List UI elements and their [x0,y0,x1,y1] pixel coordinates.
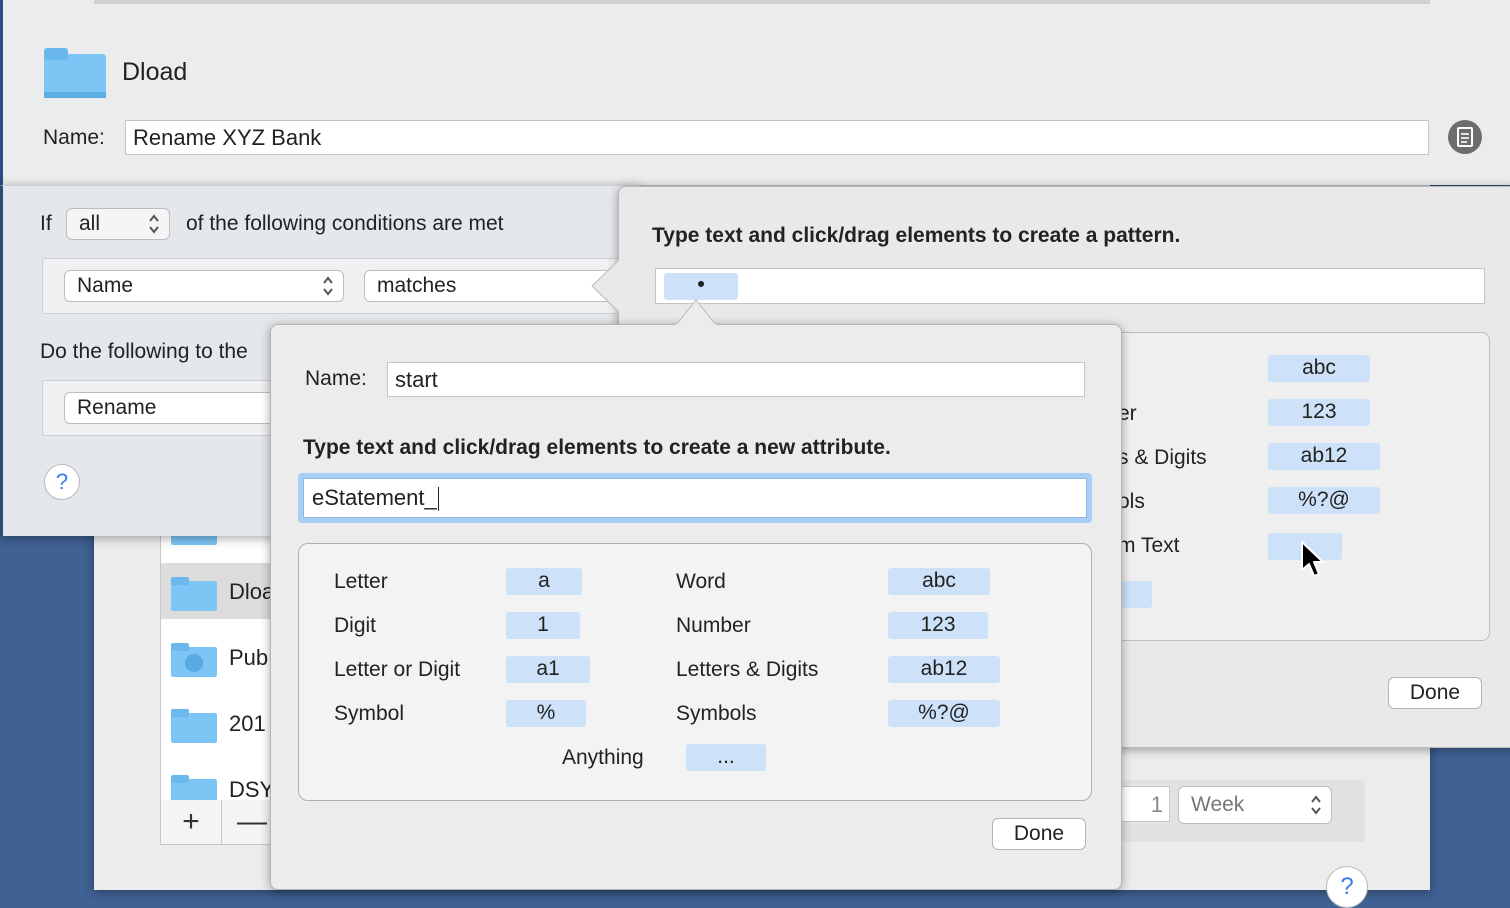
condition-attribute-popup[interactable]: Name [64,270,344,302]
if-label: If [40,212,52,235]
help-icon: ? [55,469,69,494]
help-button[interactable]: ? [1326,866,1368,908]
sidebar-item-public[interactable]: Pub [161,629,281,685]
public-folder-icon [171,643,217,677]
attribute-title: Type text and click/drag elements to cre… [303,436,891,459]
mouse-cursor-icon [1301,541,1324,577]
text-caret [437,487,439,512]
add-folder-button[interactable]: + [161,800,222,844]
digit-token[interactable]: 1 [506,612,580,639]
anything-token[interactable]: ... [686,744,766,771]
element-label: s & Digits [1118,446,1207,469]
sidebar-toolbar: + — [160,800,282,845]
sidebar-item-label: Dloa [229,579,275,604]
symbols-token[interactable]: %?@ [1268,487,1380,514]
pattern-done-button[interactable]: Done [1388,677,1482,709]
condition-operator-popup[interactable]: matches [364,270,614,302]
popover-arrow [591,258,622,314]
hidden-token[interactable] [1122,581,1152,608]
folder-icon [171,709,217,743]
action-popup[interactable]: Rename [64,392,284,424]
letter-or-digit-token[interactable]: a1 [506,656,590,683]
element-label-anything: Anything [562,746,644,769]
interval-unit-popup[interactable]: Week [1178,786,1332,824]
letter-token[interactable]: a [506,568,582,595]
element-label-word: Word [676,570,726,593]
document-icon [1457,127,1473,147]
element-label-symbol: Symbol [334,702,405,725]
pattern-title: Type text and click/drag elements to cre… [652,224,1181,247]
attribute-name-label: Name: [305,367,367,390]
element-label: ols [1118,490,1145,513]
symbols-token[interactable]: %?@ [888,700,1000,727]
word-token[interactable]: abc [888,568,990,595]
element-label-symbols: Symbols [676,702,757,725]
plus-icon: + [182,805,200,838]
folder-icon [171,577,217,611]
schedule-group: 1 Week [1100,780,1365,842]
pattern-field[interactable] [655,268,1485,304]
interval-unit-value: Week [1191,793,1245,816]
sidebar-item-201[interactable]: 201 [161,695,281,751]
help-button[interactable]: ? [44,464,80,500]
actions-text: Do the following to the [40,340,248,363]
rule-name-field[interactable]: Rename XYZ Bank [125,120,1429,155]
condition-operator-value: matches [377,274,457,297]
popup-arrows-icon [149,214,159,234]
word-token[interactable]: abc [1268,355,1370,382]
interval-field[interactable]: 1 [1120,786,1170,822]
popup-arrows-icon [1311,795,1321,815]
element-label-number: Number [676,614,751,637]
number-token[interactable]: 123 [888,612,988,639]
attribute-input-value: eStatement_ [312,485,437,510]
element-label-digit: Digit [334,614,377,637]
folder-icon [44,48,106,98]
letters-digits-token[interactable]: ab12 [888,656,1000,683]
element-label-letter: Letter [334,570,388,593]
popup-arrows-icon [323,276,333,296]
element-label: m Text [1118,534,1180,557]
pattern-token[interactable]: • [664,273,738,300]
attribute-name-field[interactable]: start [387,362,1085,397]
condition-attribute-value: Name [77,274,134,297]
element-label-letter-or-digit: Letter or Digit [334,658,461,681]
sidebar-item-dload[interactable]: Dloa [161,563,281,619]
element-label-letters-digits: Letters & Digits [676,658,819,681]
minus-icon: — [237,805,267,838]
match-mode-popup[interactable]: all [66,208,170,240]
match-mode-value: all [79,212,101,235]
help-icon: ? [1340,873,1354,900]
popover-arrow [676,299,716,326]
action-value: Rename [77,396,157,419]
letters-digits-token[interactable]: ab12 [1268,443,1380,470]
sidebar-item-label: Pub [229,645,269,670]
attribute-done-button[interactable]: Done [992,818,1086,850]
folder-sidebar: Dloa Pub 201 DSY [160,500,282,809]
number-token[interactable]: 123 [1268,399,1370,426]
folder-name: Dload [122,58,188,86]
symbol-token[interactable]: % [506,700,586,727]
attribute-input[interactable]: eStatement_ [303,478,1087,518]
sheet-top-edge [94,0,1430,4]
rule-sheet-header [0,0,1510,185]
conditions-text: of the following conditions are met [186,212,504,235]
sidebar-item-label: 201 [229,711,266,736]
document-button[interactable] [1448,120,1482,154]
rule-name-label: Name: [43,126,105,149]
